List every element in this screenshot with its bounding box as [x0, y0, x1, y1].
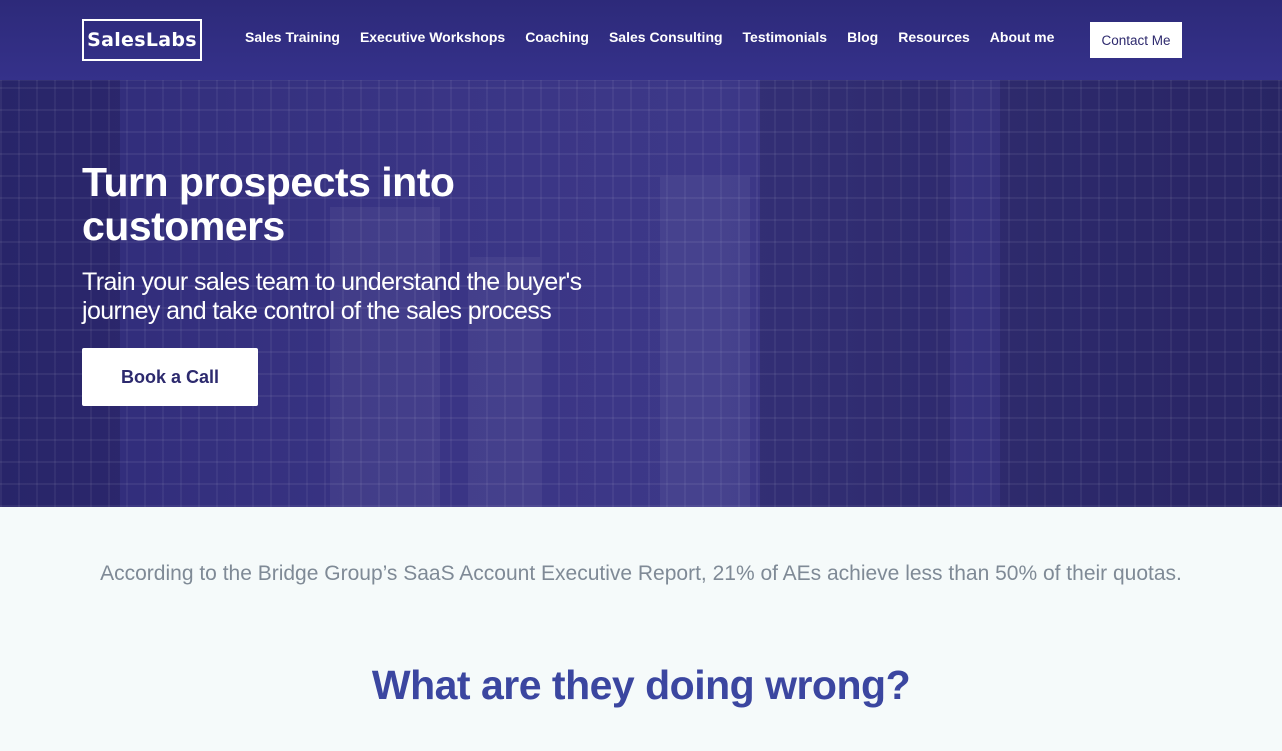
- nav-item-blog[interactable]: Blog: [847, 29, 878, 45]
- book-a-call-button[interactable]: Book a Call: [82, 348, 258, 406]
- hero-content: Turn prospects into customers Train your…: [82, 160, 622, 406]
- hero-section: SalesLabs Sales Training Executive Works…: [0, 0, 1282, 507]
- section-heading: What are they doing wrong?: [371, 662, 911, 708]
- stats-paragraph: According to the Bridge Group’s SaaS Acc…: [100, 562, 1182, 585]
- contact-me-button[interactable]: Contact Me: [1090, 22, 1182, 58]
- nav-item-about-me[interactable]: About me: [990, 29, 1055, 45]
- nav-item-sales-training[interactable]: Sales Training: [245, 29, 340, 45]
- nav-item-executive-workshops[interactable]: Executive Workshops: [360, 29, 505, 45]
- hero-subtitle: Train your sales team to understand the …: [82, 268, 582, 325]
- nav-item-coaching[interactable]: Coaching: [525, 29, 589, 45]
- nav-item-testimonials[interactable]: Testimonials: [743, 29, 828, 45]
- nav-item-sales-consulting[interactable]: Sales Consulting: [609, 29, 723, 45]
- hero-title: Turn prospects into customers: [82, 159, 455, 249]
- nav-item-resources[interactable]: Resources: [898, 29, 970, 45]
- saleslabs-logo[interactable]: SalesLabs: [82, 19, 202, 61]
- top-navbar: SalesLabs Sales Training Executive Works…: [0, 0, 1282, 80]
- main-nav: Sales Training Executive Workshops Coach…: [245, 29, 1074, 45]
